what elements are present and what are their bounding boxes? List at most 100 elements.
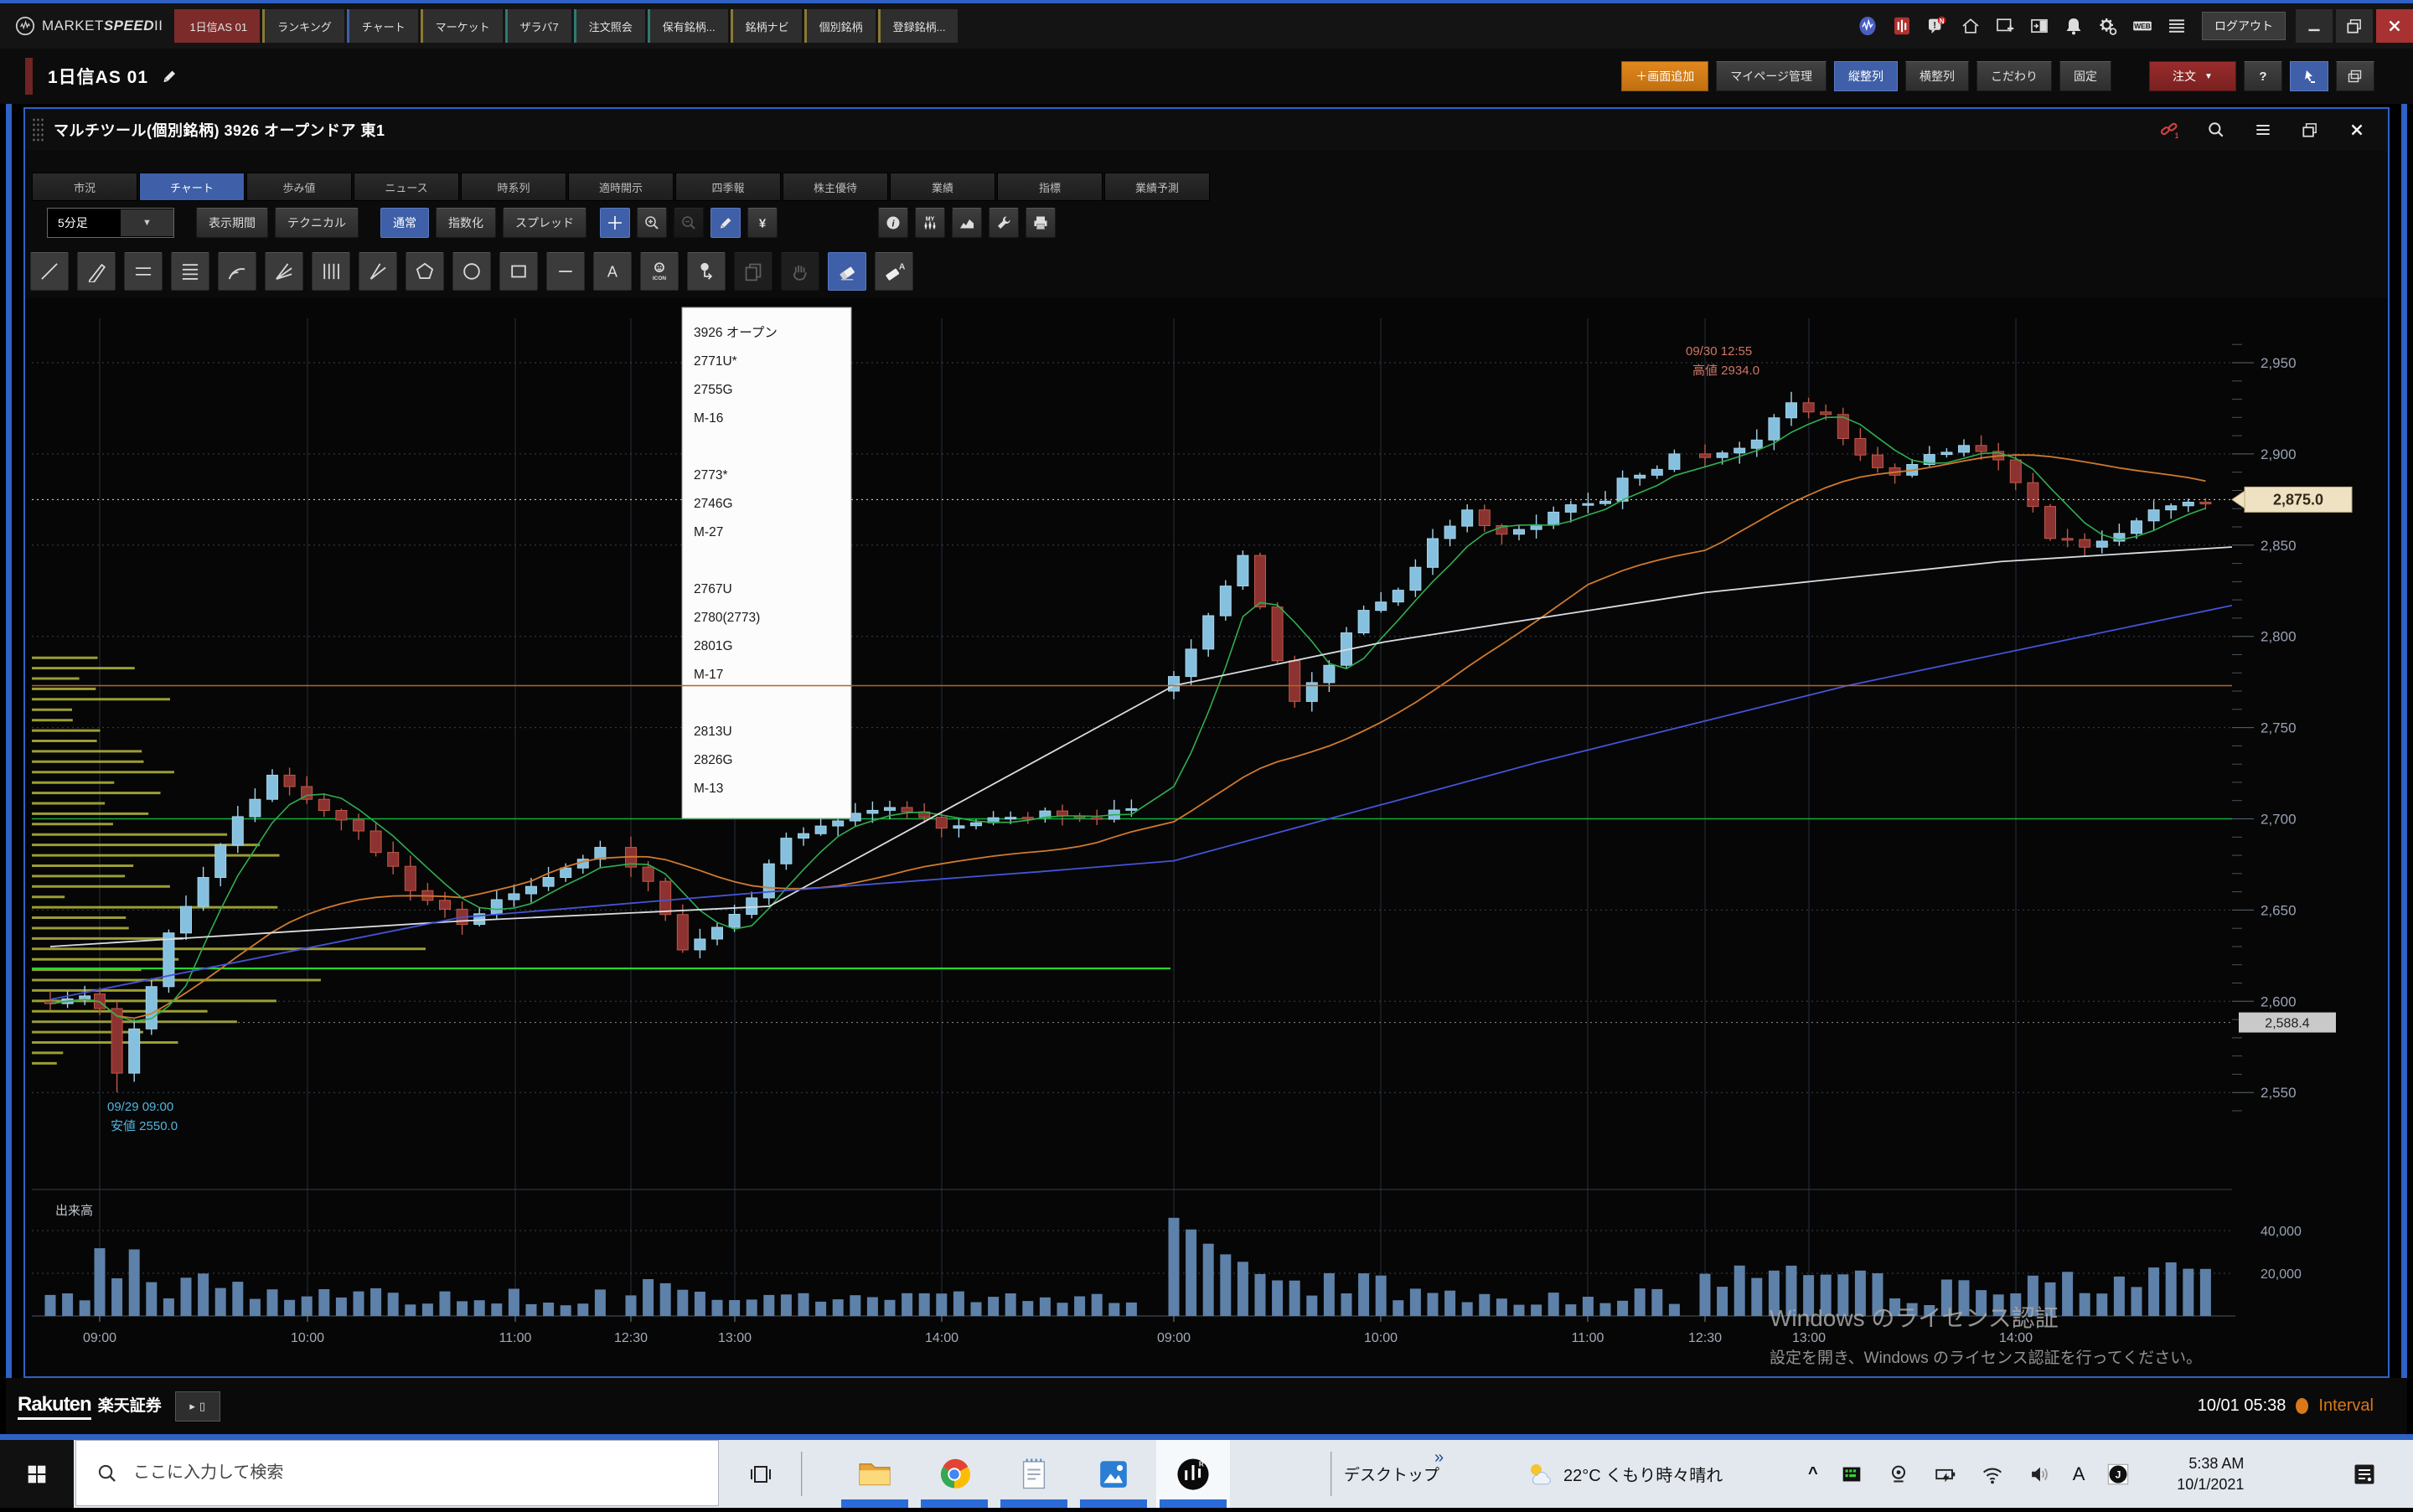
tray-gpu-icon[interactable] <box>1838 1461 1865 1488</box>
desktop-expand-chevron[interactable]: » <box>1434 1448 1444 1468</box>
menu-tab-7[interactable]: 銘柄ナビ <box>731 9 802 43</box>
workspace-button-5[interactable]: 固定 <box>2059 61 2111 91</box>
order-button[interactable]: 注文▼ <box>2149 61 2236 91</box>
close-button[interactable] <box>2376 9 2413 43</box>
draw-fan-lines-icon[interactable] <box>265 252 303 291</box>
menu-tab-2[interactable]: チャート <box>347 9 418 43</box>
add-window-icon[interactable] <box>1995 16 2015 36</box>
tab-業績[interactable]: 業績 <box>890 173 995 201</box>
taskbar-app-chrome[interactable] <box>917 1440 991 1508</box>
workspace-button-2[interactable]: 縦整列 <box>1834 61 1898 91</box>
area-chart-icon[interactable] <box>952 208 982 238</box>
tab-四季報[interactable]: 四季報 <box>675 173 781 201</box>
toggle-スプレッド[interactable]: スプレッド <box>503 208 586 238</box>
alert-icon[interactable]: !N <box>1926 16 1946 36</box>
bell-icon[interactable] <box>2064 16 2084 36</box>
minimize-button[interactable] <box>2296 9 2333 43</box>
workspace-button-4[interactable]: こだわり <box>1976 61 2052 91</box>
tab-歩み値[interactable]: 歩み値 <box>246 173 352 201</box>
draw-hand-icon[interactable] <box>781 252 819 291</box>
tray-battery-icon[interactable] <box>1932 1461 1959 1488</box>
menu-icon[interactable] <box>2167 16 2187 36</box>
draw-vlines-icon[interactable] <box>312 252 350 291</box>
weather-widget[interactable]: 22°C くもり時々晴れ <box>1527 1440 1723 1508</box>
task-view-button[interactable] <box>734 1440 788 1508</box>
start-button[interactable] <box>0 1440 74 1508</box>
tab-指標[interactable]: 指標 <box>997 173 1103 201</box>
draw-ray-lines-icon[interactable] <box>359 252 397 291</box>
draw-pentagon-icon[interactable] <box>406 252 444 291</box>
yen-icon[interactable]: ¥ <box>747 208 778 238</box>
menu-tab-0[interactable]: 1日信AS 01 <box>174 9 260 43</box>
tray-wifi-icon[interactable] <box>1979 1461 2006 1488</box>
draw-hlines-4-icon[interactable] <box>171 252 209 291</box>
taskbar-app-notepad[interactable] <box>997 1440 1071 1508</box>
draw-hlines-2-icon[interactable] <box>124 252 163 291</box>
draw-ellipse-icon[interactable] <box>452 252 491 291</box>
link-icon[interactable]: 1 <box>2160 121 2178 139</box>
restore-button[interactable] <box>2336 9 2373 43</box>
tray-expand-chevron[interactable]: ^ <box>1808 1464 1818 1484</box>
menu-tab-8[interactable]: 個別銘柄 <box>804 9 876 43</box>
desktop-toolbar-label[interactable]: デスクトップ <box>1344 1440 1439 1508</box>
menu-tab-4[interactable]: ザラバ7 <box>505 9 571 43</box>
draw-fib-arcs-icon[interactable] <box>218 252 256 291</box>
menu-tab-9[interactable]: 登録銘柄... <box>878 9 958 43</box>
workspace-button-3[interactable]: 横整列 <box>1905 61 1969 91</box>
edit-workspace-icon[interactable] <box>160 67 178 85</box>
draw-icon-stamp-icon[interactable]: ICON <box>640 252 679 291</box>
toggle-指数化[interactable]: 指数化 <box>436 208 496 238</box>
printer-icon[interactable] <box>1026 208 1056 238</box>
tab-時系列[interactable]: 時系列 <box>461 173 566 201</box>
tray-volume-icon[interactable] <box>2026 1461 2053 1488</box>
draw-trendline-icon[interactable] <box>30 252 69 291</box>
draw-eraser-all-icon[interactable]: A <box>875 252 913 291</box>
search-icon[interactable] <box>2207 121 2225 139</box>
pointer-mode-button[interactable] <box>2290 61 2328 91</box>
statusbar-toggle-button[interactable]: ▸▯ <box>175 1391 220 1422</box>
list-icon[interactable] <box>2254 121 2272 139</box>
menu-tab-5[interactable]: 注文照会 <box>574 9 645 43</box>
draw-pointer-return-icon[interactable] <box>687 252 726 291</box>
duplicate-icon[interactable] <box>2301 121 2319 139</box>
workspace-button-1[interactable]: マイページ管理 <box>1716 61 1827 91</box>
toolbar-button-0[interactable]: 表示期間 <box>196 208 268 238</box>
home-icon[interactable] <box>1961 16 1981 36</box>
toolbar-button-1[interactable]: テクニカル <box>275 208 359 238</box>
help-button[interactable]: ? <box>2244 61 2282 91</box>
zoom-out-icon[interactable] <box>674 208 704 238</box>
search-input[interactable] <box>132 1463 638 1484</box>
toggle-通常[interactable]: 通常 <box>380 208 429 238</box>
taskbar-clock[interactable]: 5:38 AM10/1/2021 <box>2152 1453 2244 1494</box>
candles-icon[interactable] <box>1892 16 1912 36</box>
menu-tab-6[interactable]: 保有銘柄... <box>648 9 728 43</box>
gear-icon[interactable] <box>2098 16 2118 36</box>
zoom-in-icon[interactable] <box>637 208 667 238</box>
my-indicator-icon[interactable]: MY <box>915 208 945 238</box>
draw-copy-icon[interactable] <box>734 252 772 291</box>
logout-button[interactable]: ログアウト <box>2202 12 2286 40</box>
ime-mode-icon[interactable]: J <box>2105 1461 2131 1488</box>
timeframe-select[interactable]: 5分足▼ <box>47 208 174 238</box>
drag-grip-icon[interactable] <box>32 117 44 142</box>
pulse-icon[interactable] <box>1858 16 1878 36</box>
close-icon[interactable] <box>2348 121 2366 139</box>
taskbar-app-photos[interactable] <box>1077 1440 1150 1508</box>
taskbar-app-explorer[interactable] <box>838 1440 912 1508</box>
tab-市況[interactable]: 市況 <box>32 173 137 201</box>
panel-icon[interactable] <box>2029 16 2049 36</box>
tab-株主優待[interactable]: 株主優待 <box>783 173 888 201</box>
menu-tab-1[interactable]: ランキング <box>262 9 344 43</box>
crosshair-icon[interactable] <box>600 208 630 238</box>
info-icon[interactable]: i <box>878 208 908 238</box>
tab-チャート[interactable]: チャート <box>139 173 245 201</box>
tab-適時開示[interactable]: 適時開示 <box>568 173 674 201</box>
wrench-icon[interactable] <box>989 208 1019 238</box>
draw-rectangle-icon[interactable] <box>499 252 538 291</box>
workspace-button-0[interactable]: ＋画面追加 <box>1621 61 1708 91</box>
draw-eraser-icon[interactable] <box>828 252 866 291</box>
tab-ニュース[interactable]: ニュース <box>354 173 459 201</box>
tray-camera-icon[interactable] <box>1885 1461 1912 1488</box>
notification-center-button[interactable] <box>2351 1440 2378 1508</box>
window-titlebar[interactable]: マルチツール(個別銘柄) 3926 オープンドア 東1 1 <box>25 109 2388 151</box>
